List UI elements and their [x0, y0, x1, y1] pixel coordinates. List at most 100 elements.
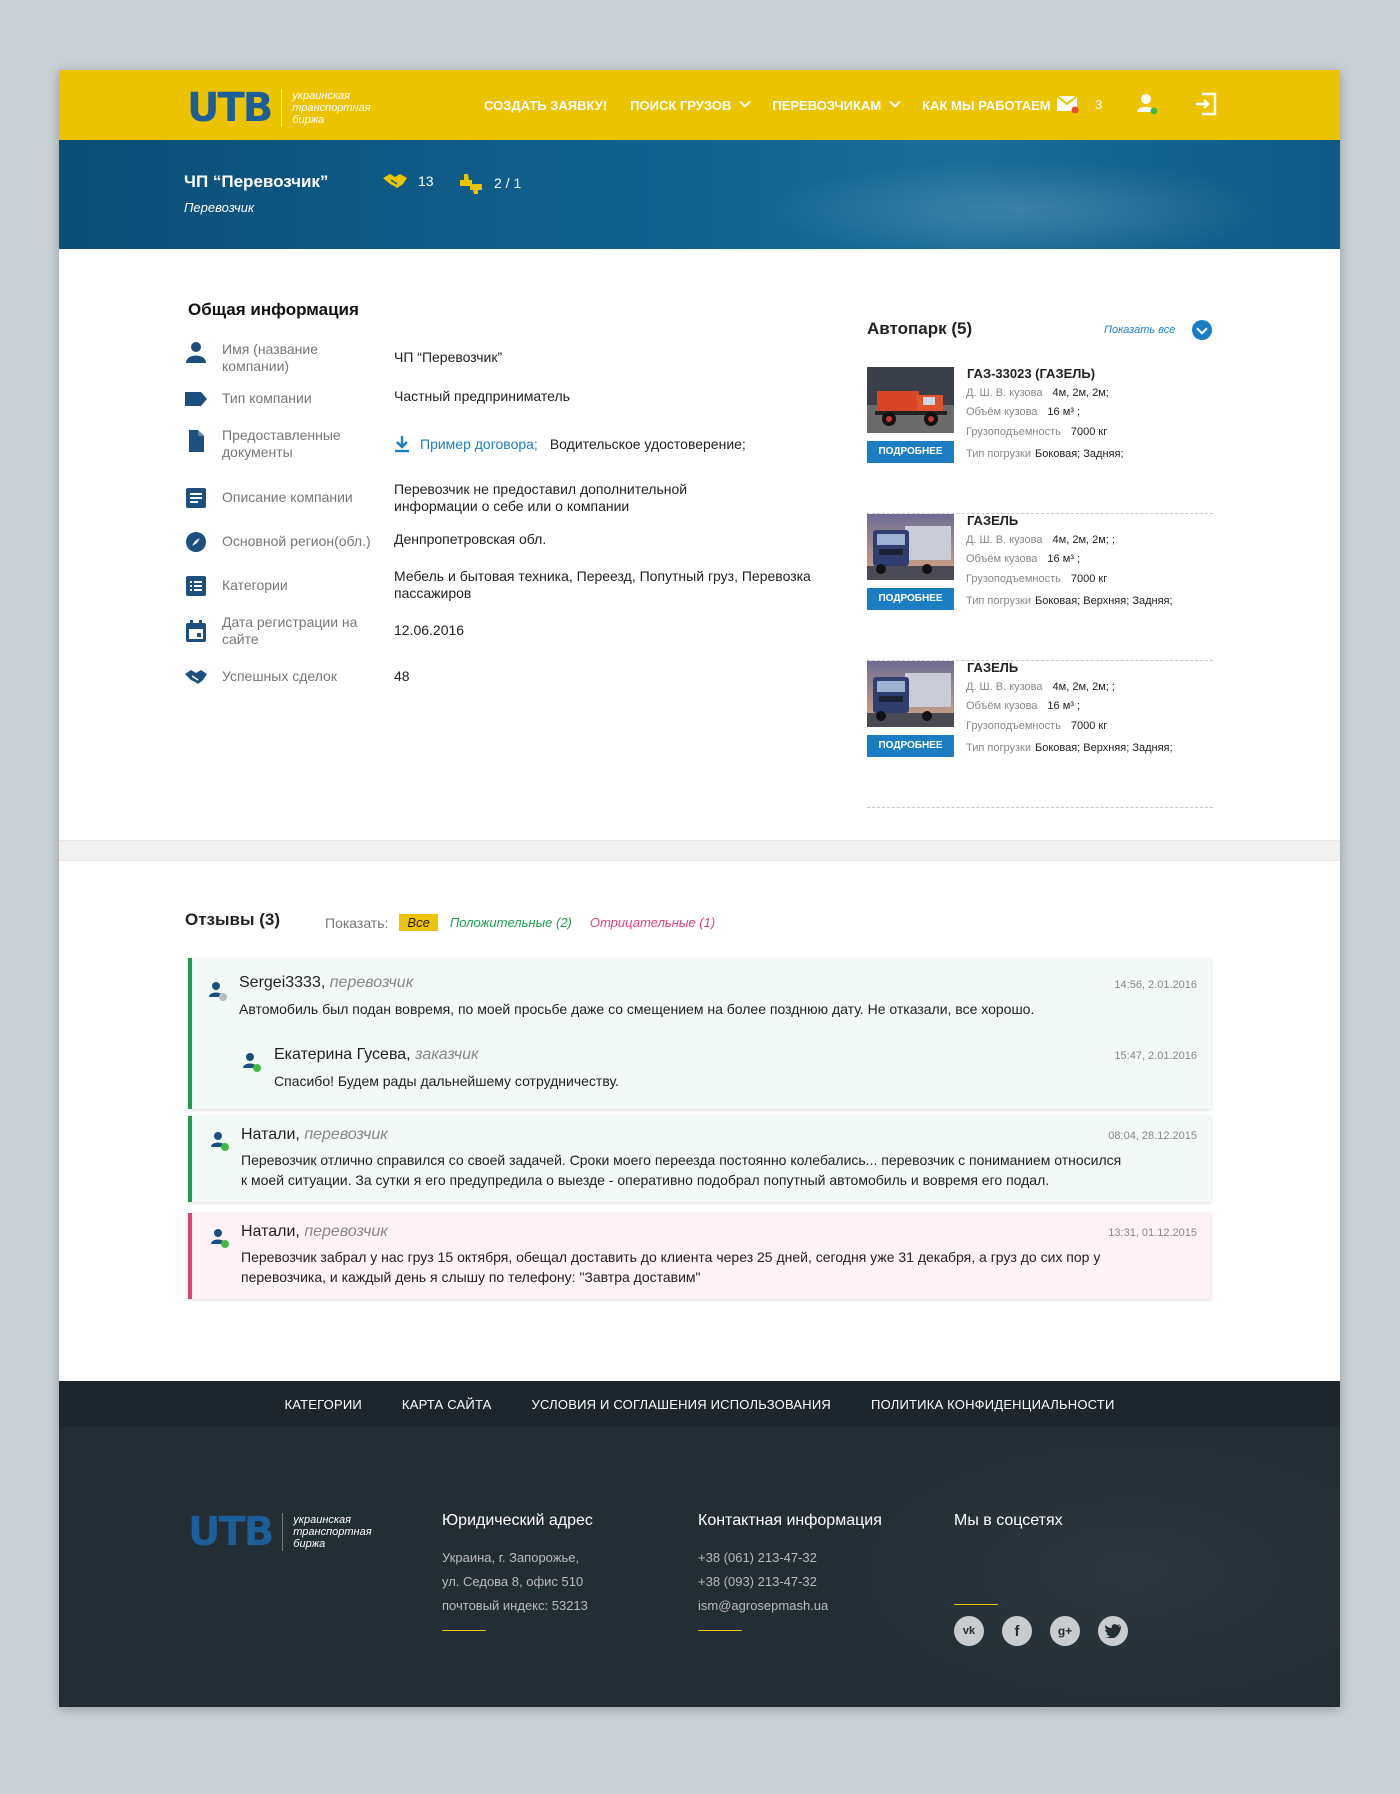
logo-tagline-line: транспортная [292, 102, 371, 114]
truck-details-button[interactable]: ПОДРОБНЕЕ [867, 441, 954, 463]
truck-spec: Грузоподъемность 7000 кг [966, 426, 1107, 438]
review-text-line: перевозчика, и каждый день я слышу по те… [241, 1269, 701, 1285]
fleet-item: ПОДРОБНЕЕ ГАЗЕЛЬ Д. Ш. В. кузова 4м, 2м, … [867, 513, 1213, 661]
documents-value: Водительское удостоверение; [549, 435, 746, 452]
facebook-icon[interactable]: f [1002, 1616, 1032, 1646]
info-value: Перевозчик не предоставил дополнительной… [394, 481, 688, 514]
author-role: перевозчик [329, 974, 414, 991]
truck-photo[interactable] [867, 514, 954, 580]
filter-negative[interactable]: Отрицательные (1) [590, 915, 715, 930]
logo-tagline-line: транспортная [293, 1526, 372, 1538]
show-all-chevron-icon[interactable] [1192, 320, 1212, 340]
company-role: Перевозчик [184, 200, 255, 215]
footer-phone[interactable]: +38 (061) 213-47-32 [698, 1550, 817, 1565]
spec-label: Объём кузова [966, 406, 1038, 418]
author-name: Sergei3333, [239, 974, 326, 991]
nav-label: ПЕРЕВОЗЧИКАМ [772, 97, 882, 113]
user-icon[interactable] [1136, 92, 1160, 116]
mail-icon[interactable] [1056, 95, 1079, 114]
reviews-title: Отзывы (3) [185, 910, 280, 929]
info-value: ЧП “Перевозчик” [394, 349, 503, 365]
spec-label: Д. Ш. В. кузова [966, 681, 1043, 693]
logo-divider [281, 89, 283, 127]
filter-all[interactable]: Все [399, 914, 438, 931]
spec-label: Д. Ш. В. кузова [966, 534, 1043, 546]
truck-spec: Объём кузова 16 м³ ; [966, 553, 1080, 565]
filter-positive[interactable]: Положительные (2) [450, 915, 572, 930]
handshake-icon [185, 670, 207, 684]
truck-spec: Д. Ш. В. кузова 4м, 2м, 2м; [966, 387, 1109, 399]
download-link-label: Пример договора; [420, 435, 538, 452]
footer-logo[interactable]: UTB украинская транспортная биржа [188, 1512, 372, 1552]
truck-spec: Тип погрузки Боковая; Верхняя; Задняя; [966, 595, 1173, 607]
footer-link-terms[interactable]: УСЛОВИЯ И СОГЛАШЕНИЯ ИСПОЛЬЗОВАНИЯ [532, 1397, 831, 1412]
truck-photo[interactable] [867, 661, 954, 727]
truck-spec: Грузоподъемность 7000 кг [966, 720, 1107, 732]
spec-value: 16 м³ ; [1047, 553, 1081, 565]
info-label: Имя (название компании) [222, 341, 319, 374]
footer-link-privacy[interactable]: ПОЛИТИКА КОНФИДЕНЦИАЛЬНОСТИ [871, 1397, 1114, 1412]
truck-spec: Тип погрузки Боковая; Верхняя; Задняя; [966, 742, 1173, 754]
site-logo[interactable]: UTB украинская транспортная биржа [187, 88, 371, 128]
spec-label: Объём кузова [966, 553, 1038, 565]
truck-photo[interactable] [867, 367, 954, 433]
truck-spec: Тип погрузки Боковая; Задняя; [966, 448, 1124, 460]
footer-background-image [819, 1421, 1339, 1707]
chevron-down-icon [739, 96, 752, 108]
footer-email[interactable]: ism@agrosepmash.ua [698, 1598, 828, 1613]
download-contract-link[interactable]: Пример договора; [394, 435, 538, 453]
info-label: Категории [222, 577, 288, 593]
description-icon [186, 488, 206, 508]
deals-count: 13 [418, 173, 434, 189]
truck-details-button[interactable]: ПОДРОБНЕЕ [867, 735, 954, 757]
document-icon [189, 430, 204, 452]
nav-create-request[interactable]: СОЗДАТЬ ЗАЯВКУ! [484, 98, 607, 113]
logo-divider [282, 1513, 284, 1551]
footer-address-line: почтовый индекс: 53213 [442, 1598, 588, 1613]
calendar-icon [186, 620, 206, 642]
footer-link-sitemap[interactable]: КАРТА САЙТА [402, 1397, 492, 1412]
handshake-icon [383, 174, 407, 188]
deals-stat: 13 [382, 172, 434, 190]
footer-address-line: Украина, г. Запорожье, [442, 1550, 580, 1565]
twitter-icon[interactable] [1098, 1616, 1128, 1646]
logo-tagline-line: украинская [293, 1514, 352, 1526]
show-all-link[interactable]: Показать все [1104, 324, 1175, 336]
rating-stat: 2 / 1 [458, 172, 521, 194]
info-label: Дата регистрации на сайте [222, 614, 358, 647]
nav-carriers[interactable]: ПЕРЕВОЗЧИКАМ [772, 96, 901, 113]
logo-mark: UTB [188, 1509, 274, 1555]
nav-label: СОЗДАТЬ ЗАЯВКУ! [484, 97, 608, 113]
logo-tagline-line: биржа [293, 1538, 326, 1550]
footer-link-categories[interactable]: КАТЕГОРИИ [285, 1397, 362, 1412]
mail-count: 3 [1095, 96, 1103, 112]
footer-phone[interactable]: +38 (093) 213-47-32 [698, 1574, 817, 1589]
truck-spec: Д. Ш. В. кузова 4м, 2м, 2м; ; [966, 681, 1115, 693]
truck-spec: Объём кузова 16 м³ ; [966, 406, 1080, 418]
info-value: 12.06.2016 [394, 622, 465, 638]
page-frame: UTB украинская транспортная биржа СОЗДАТ… [59, 70, 1340, 1707]
logo-tagline: украинская транспортная биржа [293, 1514, 371, 1550]
nav-how-we-work[interactable]: КАК МЫ РАБОТАЕМ [922, 96, 1071, 113]
author-name: Натали, [241, 1126, 300, 1143]
nav-cargo-search[interactable]: ПОИСК ГРУЗОВ [630, 96, 752, 113]
spec-value: Боковая; Верхняя; Задняя; [1034, 595, 1173, 607]
footer-social-title: Мы в соцсетях [954, 1512, 1063, 1529]
footer-links: КАТЕГОРИИ КАРТА САЙТА УСЛОВИЯ И СОГЛАШЕН… [59, 1381, 1340, 1427]
spec-label: Объём кузова [966, 700, 1038, 712]
reply-text: Спасибо! Будем рады дальнейшему сотрудни… [274, 1073, 619, 1089]
googleplus-icon[interactable]: g+ [1050, 1616, 1080, 1646]
spec-label: Грузоподъемность [966, 573, 1061, 585]
truck-details-button[interactable]: ПОДРОБНЕЕ [867, 588, 954, 610]
truck-spec: Д. Ш. В. кузова 4м, 2м, 2м; ; [966, 534, 1115, 546]
reviewer-avatar-icon [243, 1053, 261, 1072]
company-name: ЧП “Перевозчик” [184, 172, 329, 191]
reviewer-avatar-icon [211, 1132, 229, 1151]
info-value: Пример договора; Водительское удостовере… [394, 435, 814, 453]
author-name: Екатерина Гусева, [274, 1046, 411, 1063]
vk-icon[interactable]: vk [954, 1616, 984, 1646]
logout-icon[interactable] [1194, 92, 1218, 116]
truck-spec: Грузоподъемность 7000 кг [966, 573, 1107, 585]
review-date: 08:04, 28.12.2015 [1108, 1130, 1197, 1142]
info-value: Мебель и бытовая техника, Переезд, Попут… [394, 568, 811, 601]
